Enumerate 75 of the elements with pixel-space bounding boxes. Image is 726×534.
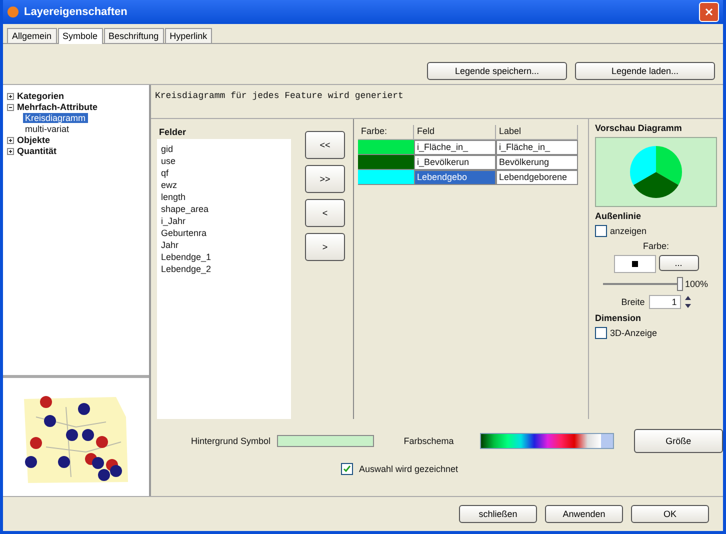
tree-item[interactable]: Mehrfach-Attribute xyxy=(17,102,98,112)
move-button[interactable]: < xyxy=(305,199,345,227)
table-cell: Lebendgeborene xyxy=(496,170,578,185)
section-title: Dimension xyxy=(595,313,642,323)
color-swatch[interactable] xyxy=(358,140,414,155)
color-swatch[interactable] xyxy=(358,155,414,170)
field-item[interactable]: Geburtenra xyxy=(161,227,287,239)
tab[interactable]: Hyperlink xyxy=(164,28,212,43)
tree-item[interactable]: Quantität xyxy=(17,146,56,156)
color-label: Farbe: xyxy=(642,241,669,251)
field-item[interactable]: Lebendge_1 xyxy=(161,251,287,263)
width-field[interactable]: 1 xyxy=(648,295,681,309)
checkbox-label: anzeigen xyxy=(610,226,647,236)
expand-icon[interactable] xyxy=(7,148,14,154)
close-button[interactable] xyxy=(699,2,719,22)
checkbox[interactable] xyxy=(595,327,607,339)
table-cell: i_Fläche_in_ xyxy=(414,140,496,155)
table-cell: Lebendgebo xyxy=(414,170,496,185)
color-swatch[interactable] xyxy=(358,170,414,185)
field-item[interactable]: ewz xyxy=(161,179,287,191)
checkbox[interactable] xyxy=(595,225,607,237)
legend-button[interactable]: Legende laden... xyxy=(575,62,715,80)
table-cell: Bevölkerung xyxy=(496,155,578,170)
checkbox-label: Auswahl wird gezeichnet xyxy=(359,464,458,474)
dialog-button[interactable]: OK xyxy=(631,505,709,523)
tab[interactable]: Symbole xyxy=(58,28,103,44)
field-item[interactable]: Lebendge_2 xyxy=(161,263,287,275)
field-item[interactable]: gid xyxy=(161,143,287,155)
column-header: Feld xyxy=(414,125,496,140)
field-item[interactable]: qf xyxy=(161,167,287,179)
fields-title: Felder xyxy=(158,126,188,139)
table-cell: i_Bevölkerun xyxy=(414,155,496,170)
preview-title: Vorschau Diagramm xyxy=(595,123,683,133)
field-item[interactable]: i_Jahr xyxy=(161,215,287,227)
collapse-icon[interactable] xyxy=(7,104,14,110)
checkbox[interactable] xyxy=(341,463,353,475)
expand-icon[interactable] xyxy=(7,136,14,144)
expand-icon[interactable] xyxy=(7,92,14,100)
color-picker-button[interactable]: ... xyxy=(658,255,698,271)
opacity-value: 100% xyxy=(685,279,708,289)
color-field[interactable] xyxy=(614,255,656,273)
field-item[interactable]: shape_area xyxy=(161,203,287,215)
slider-thumb[interactable] xyxy=(677,277,683,291)
window-title: Layereigenschaften xyxy=(24,6,128,18)
column-header: Label xyxy=(496,125,578,140)
tree-item[interactable]: Objekte xyxy=(17,135,50,145)
tab[interactable]: Allgemein xyxy=(7,28,57,43)
section-title: Außenlinie xyxy=(595,211,642,221)
table-cell: i_Fläche_in_ xyxy=(496,140,578,155)
close-icon xyxy=(705,8,713,16)
legend-button[interactable]: Legende speichern... xyxy=(427,62,567,80)
spinner-arrows-icon[interactable] xyxy=(684,295,691,309)
app-icon xyxy=(7,6,19,18)
tree-item[interactable]: Kategorien xyxy=(17,91,64,101)
dialog-button[interactable]: schließen xyxy=(459,505,537,523)
move-button[interactable]: >> xyxy=(305,165,345,193)
checkbox-label: 3D-Anzeige xyxy=(610,328,658,338)
background-label: Hintergrund Symbol xyxy=(191,436,271,446)
field-item[interactable]: use xyxy=(161,155,287,167)
column-header: Farbe: xyxy=(358,125,414,140)
dialog-button[interactable]: Anwenden xyxy=(545,505,623,523)
color-scheme-label: Farbschema xyxy=(404,436,454,446)
tab[interactable]: Beschriftung xyxy=(104,28,164,43)
field-item[interactable]: Jahr xyxy=(161,239,287,251)
color-scheme-dropdown[interactable] xyxy=(480,433,614,449)
move-button[interactable]: > xyxy=(305,233,345,261)
field-item[interactable]: length xyxy=(161,191,287,203)
size-button[interactable]: Größe xyxy=(634,429,723,453)
tree-item[interactable]: multi-variat xyxy=(23,124,72,134)
background-color-field[interactable] xyxy=(276,435,374,447)
pie-chart-icon xyxy=(628,144,684,200)
description-text: Kreisdiagramm für jedes Feature wird generiert xyxy=(151,85,723,119)
width-label: Breite xyxy=(621,297,645,307)
move-button[interactable]: << xyxy=(305,131,345,159)
tree-item[interactable]: Kreisdiagramm xyxy=(23,113,88,123)
